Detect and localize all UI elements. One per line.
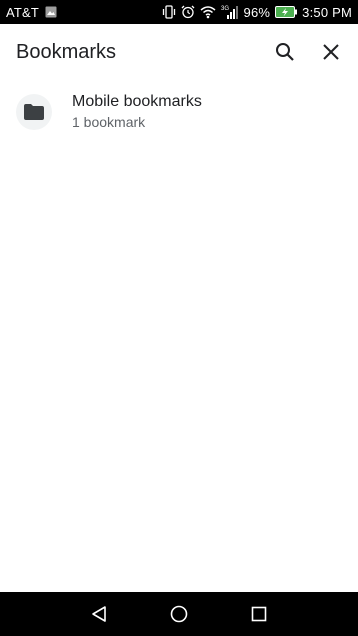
navigation-bar: [0, 592, 358, 636]
close-button[interactable]: [308, 29, 354, 75]
bookmark-folder-title: Mobile bookmarks: [72, 93, 202, 110]
recents-icon: [251, 606, 267, 622]
back-button[interactable]: [59, 592, 139, 636]
back-icon: [92, 606, 106, 622]
image-notification-icon: [45, 6, 57, 18]
search-button[interactable]: [262, 29, 308, 75]
alarm-icon: [181, 5, 195, 19]
status-bar: AT&T 3G 96% 3:50 PM: [0, 0, 358, 24]
battery-percent: 96%: [243, 4, 271, 20]
carrier-label: AT&T: [6, 4, 40, 20]
vibrate-icon: [162, 5, 176, 19]
folder-icon: [24, 104, 44, 120]
list-item[interactable]: Mobile bookmarks 1 bookmark: [0, 82, 358, 142]
clock: 3:50 PM: [302, 4, 352, 20]
cell-signal-icon: 3G: [221, 5, 239, 19]
home-button[interactable]: [139, 592, 219, 636]
close-icon: [323, 44, 339, 60]
bookmark-folder-count: 1 bookmark: [72, 114, 146, 130]
bookmark-list: Mobile bookmarks 1 bookmark: [0, 82, 358, 142]
search-icon: [276, 43, 294, 61]
battery-icon: [275, 6, 298, 18]
app-bar: Bookmarks: [0, 24, 358, 80]
network-type-label: 3G: [221, 6, 229, 12]
recents-button[interactable]: [219, 592, 299, 636]
folder-avatar: [16, 94, 52, 130]
page-title: Bookmarks: [16, 40, 117, 63]
home-icon: [170, 605, 188, 623]
wifi-icon: [200, 5, 216, 19]
